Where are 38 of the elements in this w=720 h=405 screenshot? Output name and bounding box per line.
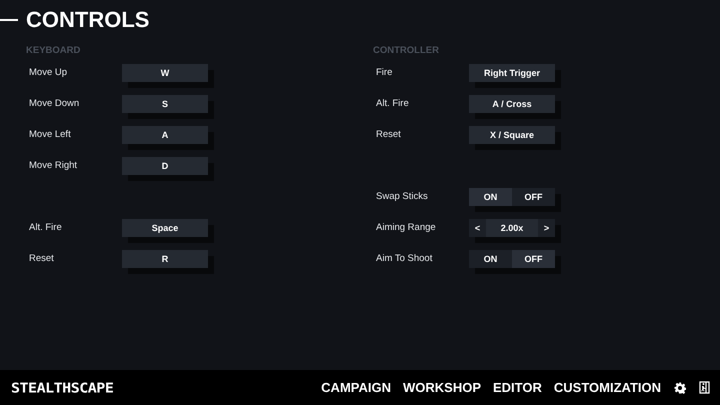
settings-icon[interactable] xyxy=(674,382,686,394)
section-heading: KEYBOARD xyxy=(26,45,82,56)
game-logo: STEALTHSCAPE xyxy=(11,379,114,396)
toggle-option[interactable]: ON xyxy=(469,250,512,268)
key-binding-button[interactable]: Space xyxy=(122,218,208,236)
control-label: Aim To Shoot xyxy=(375,253,434,264)
control-label: Reset xyxy=(375,129,402,140)
section-heading: CONTROLLER xyxy=(373,45,440,56)
page-title: CONTROLS xyxy=(26,7,150,33)
toggle-option[interactable]: ON xyxy=(469,188,512,206)
nav-link[interactable]: CUSTOMIZATION xyxy=(554,380,661,395)
key-binding-button[interactable]: X / Square xyxy=(469,126,555,144)
control-label: Move Left xyxy=(28,129,72,140)
nav-link[interactable]: EDITOR xyxy=(492,380,542,395)
exit-door-icon[interactable] xyxy=(699,381,710,394)
key-binding-button[interactable]: W xyxy=(122,64,208,82)
key-binding-button[interactable]: Right Trigger xyxy=(469,64,555,82)
key-binding-button[interactable]: S xyxy=(122,94,208,112)
key-binding-button[interactable]: R xyxy=(122,250,208,268)
control-label: Move Right xyxy=(28,160,78,171)
next-button[interactable]: > xyxy=(538,218,555,236)
control-label: Alt. Fire xyxy=(28,222,63,233)
control-label: Fire xyxy=(375,67,394,78)
toggle-option[interactable]: OFF xyxy=(512,188,555,206)
control-label: Swap Sticks xyxy=(375,191,429,202)
nav-link[interactable]: CAMPAIGN xyxy=(321,380,391,395)
control-label: Move Down xyxy=(28,98,80,109)
control-label: Alt. Fire xyxy=(375,98,410,109)
stepper-value: 2.00x xyxy=(486,218,538,236)
control-label: Aiming Range xyxy=(375,222,437,233)
key-binding-button[interactable]: D xyxy=(122,156,208,174)
control-label: Move Up xyxy=(28,67,68,78)
toggle-option[interactable]: OFF xyxy=(512,250,555,268)
nav-link[interactable]: WORKSHOP xyxy=(402,380,481,395)
previous-button[interactable]: < xyxy=(469,218,486,236)
key-binding-button[interactable]: A / Cross xyxy=(469,94,555,112)
key-binding-button[interactable]: A xyxy=(122,126,208,144)
control-label: Reset xyxy=(28,253,55,264)
